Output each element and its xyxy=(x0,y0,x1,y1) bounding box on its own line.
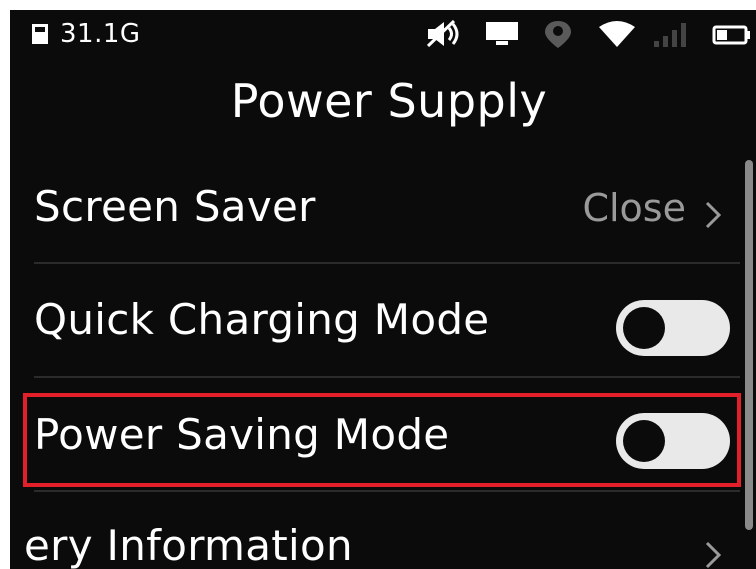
chevron-right-icon xyxy=(705,201,722,229)
page-title: Power Supply xyxy=(230,74,548,128)
toggle-knob xyxy=(623,307,665,349)
divider xyxy=(34,262,740,264)
divider xyxy=(34,490,740,492)
status-bar: 31.1G xyxy=(10,10,756,68)
setting-label: Quick Charging Mode xyxy=(34,295,490,344)
setting-label: ery Information xyxy=(24,521,353,569)
setting-quick-charging-mode: Quick Charging Mode xyxy=(10,276,740,376)
battery-icon xyxy=(712,25,750,45)
setting-battery-information[interactable]: ery Information xyxy=(10,504,740,569)
location-icon xyxy=(545,21,571,48)
mute-icon xyxy=(426,19,459,48)
setting-label: Screen Saver xyxy=(34,182,316,231)
device-screen: 31.1G Power Supply Screen Saver Close Qu… xyxy=(10,10,756,569)
highlight-box xyxy=(23,393,741,487)
scrollbar[interactable] xyxy=(745,160,753,530)
divider xyxy=(34,376,740,378)
storage-indicator: 31.1G xyxy=(60,19,141,49)
chevron-right-icon xyxy=(705,541,722,569)
signal-icon xyxy=(654,23,686,47)
screen-icon xyxy=(486,22,518,45)
quick-charging-toggle[interactable] xyxy=(616,300,730,356)
setting-value: Close xyxy=(582,186,686,230)
sd-card-icon xyxy=(32,24,48,44)
wifi-icon xyxy=(599,21,635,47)
setting-screen-saver[interactable]: Screen Saver Close xyxy=(10,170,740,262)
